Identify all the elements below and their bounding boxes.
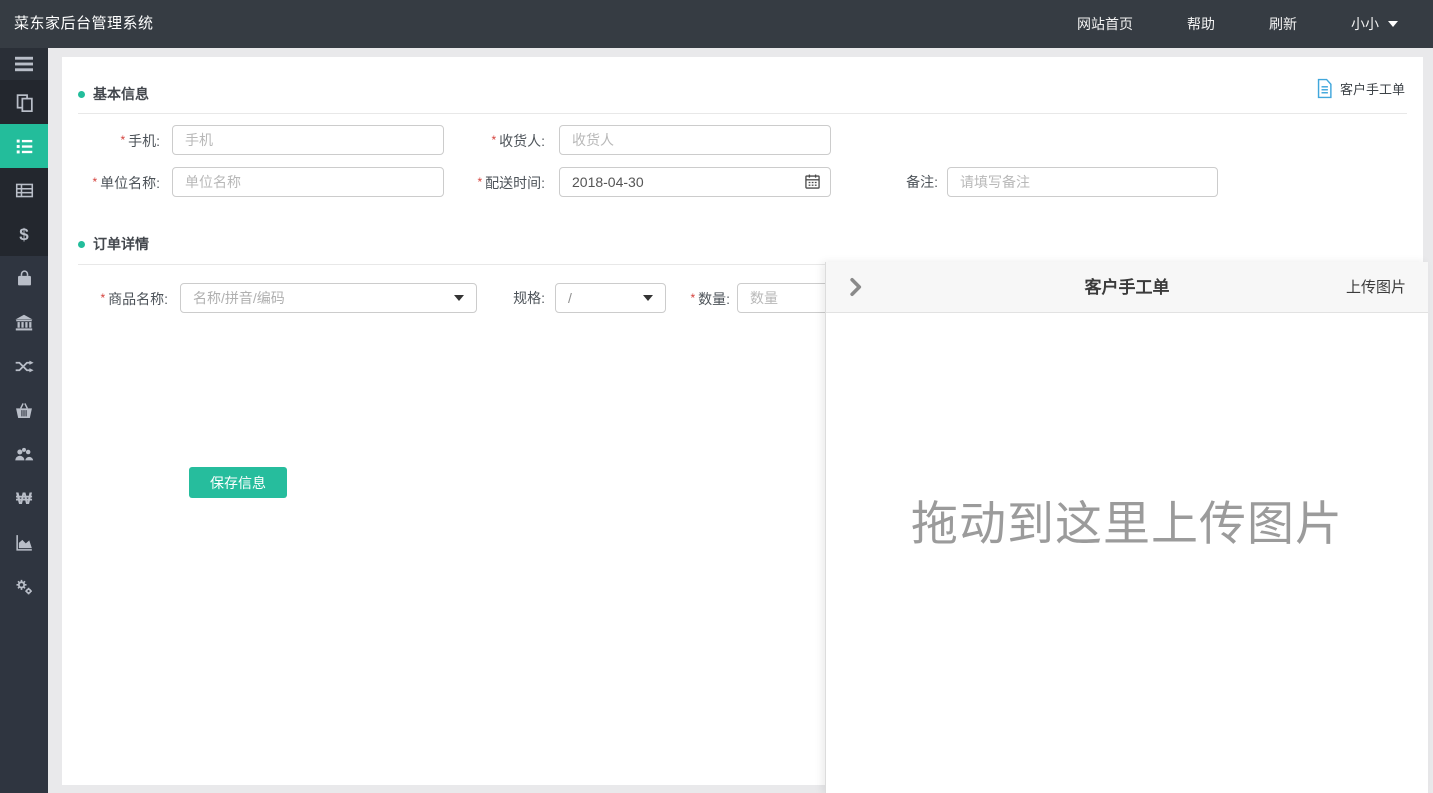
sidebar-item-list[interactable] bbox=[0, 168, 48, 212]
image-drop-area[interactable]: 拖动到这里上传图片 bbox=[826, 313, 1428, 793]
nav-refresh[interactable]: 刷新 bbox=[1242, 0, 1324, 48]
dollar-icon: $ bbox=[19, 226, 28, 243]
company-label: *单位名称: bbox=[62, 167, 160, 197]
delivery-time-label: *配送时间: bbox=[450, 167, 545, 197]
delivery-date-input[interactable] bbox=[559, 167, 831, 197]
menu-icon bbox=[14, 55, 34, 73]
spec-label: 规格: bbox=[482, 283, 545, 313]
sidebar-item-reports[interactable] bbox=[0, 520, 48, 564]
sidebar-item-dispatch[interactable] bbox=[0, 344, 48, 388]
caret-down-icon bbox=[1388, 21, 1398, 27]
manual-order-image-panel: 客户手工单 上传图片 拖动到这里上传图片 bbox=[825, 262, 1428, 793]
save-button[interactable]: 保存信息 bbox=[189, 467, 287, 498]
collapse-panel-button[interactable] bbox=[846, 277, 866, 302]
bank-icon bbox=[14, 313, 34, 332]
shuffle-icon bbox=[14, 357, 34, 376]
nav-help[interactable]: 帮助 bbox=[1160, 0, 1242, 48]
app-title: 菜东家后台管理系统 bbox=[14, 0, 154, 48]
ordered-list-icon bbox=[15, 137, 34, 156]
sidebar-item-users[interactable] bbox=[0, 432, 48, 476]
drop-hint-text: 拖动到这里上传图片 bbox=[826, 485, 1428, 554]
users-icon bbox=[14, 445, 34, 464]
area-chart-icon bbox=[15, 533, 34, 552]
panel-header: 客户手工单 上传图片 bbox=[826, 262, 1428, 313]
sidebar-item-pricing[interactable]: ₩ bbox=[0, 476, 48, 520]
company-input[interactable] bbox=[172, 167, 444, 197]
top-navbar: 菜东家后台管理系统 网站首页 帮助 刷新 小小 bbox=[0, 0, 1433, 48]
bag-icon bbox=[15, 269, 34, 288]
nav-site-home[interactable]: 网站首页 bbox=[1050, 0, 1160, 48]
sidebar-item-purchase[interactable] bbox=[0, 388, 48, 432]
copy-icon bbox=[15, 93, 34, 112]
section-detail-title: 订单详情 bbox=[93, 234, 149, 254]
document-icon bbox=[1316, 78, 1333, 99]
username: 小小 bbox=[1351, 14, 1379, 34]
phone-label: *手机: bbox=[62, 125, 160, 155]
sidebar-item-documents[interactable] bbox=[0, 80, 48, 124]
section-order-detail: 订单详情 bbox=[78, 234, 149, 254]
table-icon bbox=[15, 181, 34, 200]
manual-order-link-label: 客户手工单 bbox=[1340, 79, 1405, 98]
upload-image-button[interactable]: 上传图片 bbox=[1346, 262, 1406, 313]
page: 菜东家后台管理系统 网站首页 帮助 刷新 小小 $ bbox=[0, 0, 1433, 793]
spec-select[interactable]: / bbox=[555, 283, 666, 313]
section-basic-info: 基本信息 bbox=[78, 84, 149, 104]
gears-icon bbox=[14, 577, 34, 596]
caret-down-icon bbox=[454, 295, 464, 301]
sidebar-toggle[interactable] bbox=[0, 48, 48, 80]
divider bbox=[78, 113, 1407, 114]
panel-title: 客户手工单 bbox=[826, 262, 1428, 313]
sidebar-item-finance[interactable]: $ bbox=[0, 212, 48, 256]
manual-order-link[interactable]: 客户手工单 bbox=[1316, 78, 1405, 99]
bullet-icon bbox=[78, 91, 85, 98]
basket-icon bbox=[14, 401, 34, 420]
chevron-right-icon bbox=[846, 277, 866, 297]
consignee-input[interactable] bbox=[559, 125, 831, 155]
delivery-date-picker[interactable] bbox=[559, 167, 831, 197]
remark-input[interactable] bbox=[947, 167, 1218, 197]
nav-user-menu[interactable]: 小小 bbox=[1324, 0, 1425, 48]
consignee-label: *收货人: bbox=[450, 125, 545, 155]
product-select[interactable]: 名称/拼音/编码 bbox=[180, 283, 477, 313]
sidebar: $ ₩ bbox=[0, 48, 48, 793]
phone-input[interactable] bbox=[172, 125, 444, 155]
quantity-label: *数量: bbox=[660, 283, 730, 313]
product-name-label: *商品名称: bbox=[62, 283, 168, 313]
sidebar-item-products[interactable] bbox=[0, 256, 48, 300]
sidebar-item-suppliers[interactable] bbox=[0, 300, 48, 344]
remark-label: 备注: bbox=[852, 167, 938, 197]
won-icon: ₩ bbox=[16, 490, 32, 507]
caret-down-icon bbox=[643, 295, 653, 301]
section-basic-title: 基本信息 bbox=[93, 84, 149, 104]
sidebar-item-orders[interactable] bbox=[0, 124, 48, 168]
sidebar-item-settings[interactable] bbox=[0, 564, 48, 608]
navbar-menu: 网站首页 帮助 刷新 小小 bbox=[1050, 0, 1425, 48]
bullet-icon bbox=[78, 241, 85, 248]
